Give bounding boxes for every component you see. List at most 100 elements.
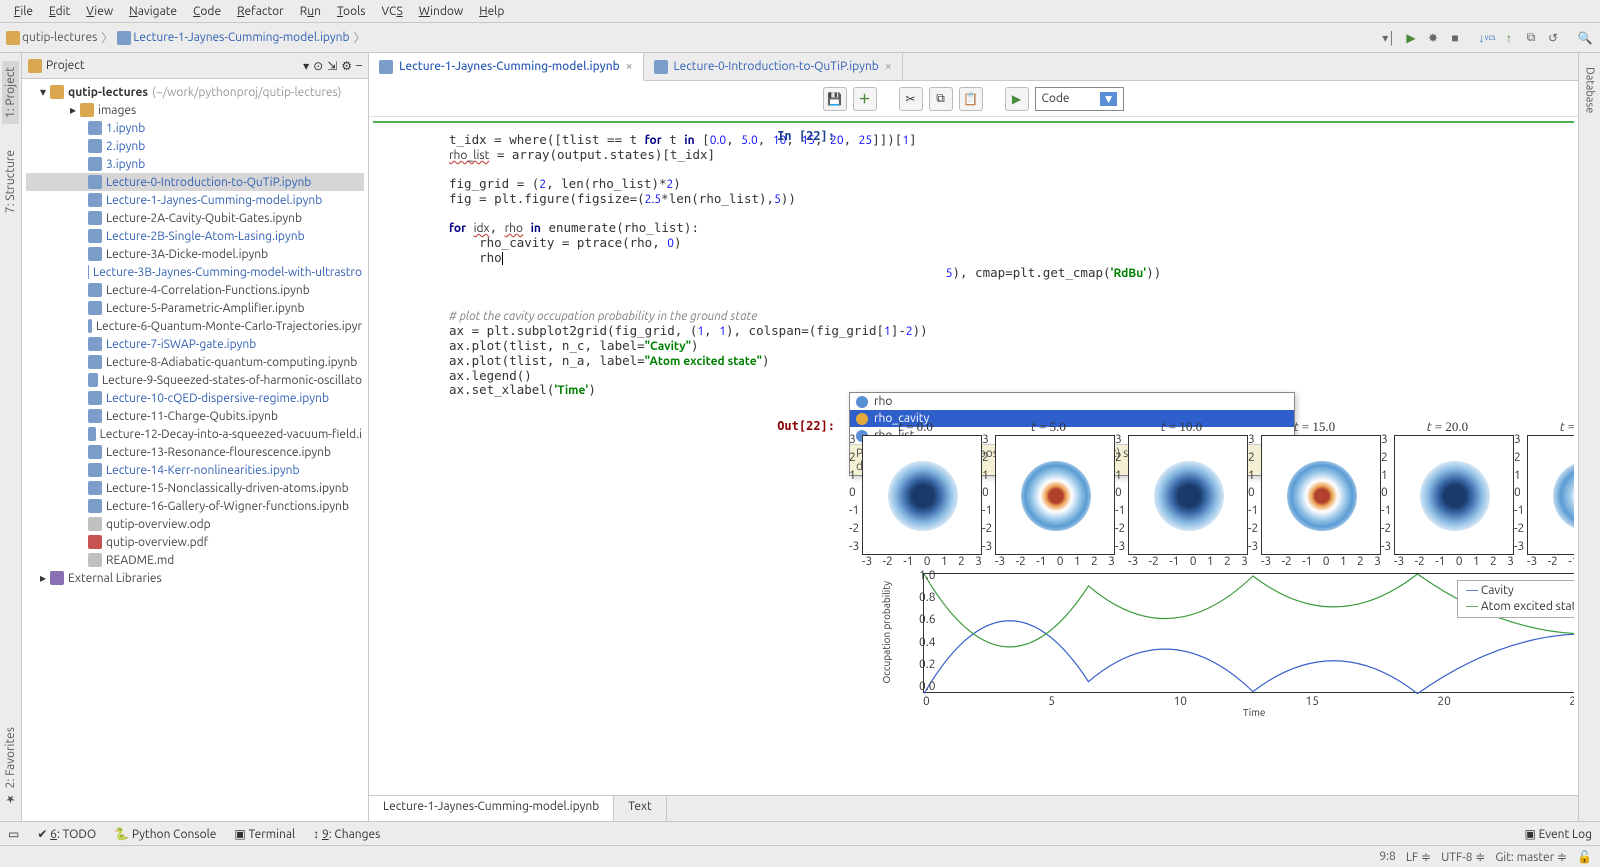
tree-file[interactable]: Lecture-11-Charge-Qubits.ipynb [26, 407, 364, 425]
stop-icon[interactable]: ■ [1446, 29, 1464, 47]
cut-button[interactable]: ✂ [899, 87, 923, 111]
code-editor[interactable]: t_idx = where([tlist == t for t in [0.0,… [379, 133, 1568, 398]
sub-tab-file[interactable]: Lecture-1-Jaynes-Cumming-model.ipynb [369, 796, 614, 821]
tool-structure-tab[interactable]: 7: Structure [2, 144, 19, 219]
breadcrumb-file[interactable]: Lecture-1-Jaynes-Cumming-model.ipynb [133, 31, 349, 44]
caret-position[interactable]: 9:8 [1379, 850, 1396, 863]
tool-project-tab[interactable]: 1: Project [2, 61, 19, 124]
completion-item[interactable]: rho [850, 393, 1294, 410]
line-separator[interactable]: LF ≑ [1406, 850, 1431, 864]
paste-button[interactable]: 📋 [959, 87, 983, 111]
tree-file[interactable]: Lecture-15-Nonclassically-driven-atoms.i… [26, 479, 364, 497]
left-tool-stripe: 1: Project 7: Structure ★ 2: Favorites [0, 53, 22, 821]
project-view-title[interactable]: Project [46, 59, 299, 72]
menu-window[interactable]: Window [411, 3, 471, 20]
tree-external-libraries[interactable]: ▸ External Libraries [26, 569, 364, 587]
out-prompt: Out[22]: [777, 419, 835, 433]
project-tool-window: Project ▾ ⊙ ⇲ ⚙ – ▾ qutip-lectures (~/wo… [22, 53, 369, 821]
close-tab-icon[interactable]: × [626, 60, 633, 73]
tree-file[interactable]: Lecture-13-Resonance-flourescence.ipynb [26, 443, 364, 461]
vcs-update-icon[interactable]: ↓vcs [1478, 29, 1496, 47]
tree-file[interactable]: Lecture-9-Squeezed-states-of-harmonic-os… [26, 371, 364, 389]
tree-root[interactable]: ▾ qutip-lectures (~/work/pythonproj/quti… [26, 83, 364, 101]
gear-icon[interactable]: ⚙ [341, 59, 352, 73]
tree-file[interactable]: Lecture-3A-Dicke-model.ipynb [26, 245, 364, 263]
tree-file[interactable]: 1.ipynb [26, 119, 364, 137]
add-cell-button[interactable]: ＋ [853, 87, 877, 111]
code-cell[interactable]: In [22]: t_idx = where([tlist == t for t… [373, 121, 1574, 791]
statusbar-icon[interactable]: ▭ [8, 827, 19, 841]
tree-file[interactable]: qutip-overview.pdf [26, 533, 364, 551]
breadcrumb-root[interactable]: qutip-lectures [22, 31, 97, 44]
tree-file[interactable]: Lecture-3B-Jaynes-Cumming-model-with-ult… [26, 263, 364, 281]
tree-file[interactable]: 2.ipynb [26, 137, 364, 155]
git-branch[interactable]: Git: master ≑ [1495, 850, 1567, 864]
file-encoding[interactable]: UTF-8 ≑ [1441, 850, 1485, 864]
run-cell-button[interactable]: ▶ [1005, 87, 1029, 111]
menu-navigate[interactable]: Navigate [121, 3, 185, 20]
tool-changes[interactable]: ↕ 9: Changes [313, 827, 380, 841]
tree-file[interactable]: Lecture-12-Decay-into-a-squeezed-vacuum-… [26, 425, 364, 443]
copy-button[interactable]: ⧉ [929, 87, 953, 111]
wigner-subplot: t = 0.0-3-2-101233210-1-2-3 [849, 419, 982, 555]
vcs-diff-icon[interactable]: ⧉ [1522, 29, 1540, 47]
run-icon[interactable]: ▶ [1402, 29, 1420, 47]
event-log[interactable]: ▣ Event Log [1525, 827, 1592, 841]
tool-terminal[interactable]: ▣ Terminal [234, 827, 295, 841]
tree-file[interactable]: Lecture-7-iSWAP-gate.ipynb [26, 335, 364, 353]
collapse-all-icon[interactable]: ⇲ [327, 59, 337, 73]
menu-file[interactable]: File [6, 3, 41, 20]
tool-favorites-tab[interactable]: ★ 2: Favorites [2, 721, 19, 811]
hide-icon[interactable]: – [356, 59, 362, 72]
menu-help[interactable]: Help [471, 3, 512, 20]
menu-run[interactable]: Run [292, 3, 329, 20]
vcs-commit-icon[interactable]: ↑ [1500, 29, 1518, 47]
project-tree[interactable]: ▾ qutip-lectures (~/work/pythonproj/quti… [22, 79, 368, 591]
editor-tabs: Lecture-1-Jaynes-Cumming-model.ipynb×Lec… [369, 53, 1578, 81]
menu-edit[interactable]: Edit [41, 3, 78, 20]
close-tab-icon[interactable]: × [885, 60, 892, 73]
cell-type-select[interactable]: Code▼ [1035, 87, 1125, 111]
tool-database-tab[interactable]: Database [1582, 61, 1598, 119]
x-axis-label: Time [1243, 707, 1265, 718]
menu-vcs[interactable]: VCS [373, 3, 410, 20]
scroll-from-source-icon[interactable]: ⊙ [313, 59, 323, 73]
occupation-plot: Occupation probability — Cavity — Atom e… [883, 571, 1574, 715]
lock-icon[interactable]: 🔓 [1577, 850, 1592, 864]
tree-file[interactable]: Lecture-6-Quantum-Monte-Carlo-Trajectori… [26, 317, 364, 335]
tree-file[interactable]: 3.ipynb [26, 155, 364, 173]
tree-file[interactable]: Lecture-10-cQED-dispersive-regime.ipynb [26, 389, 364, 407]
menu-refactor[interactable]: Refactor [229, 3, 292, 20]
menu-view[interactable]: View [78, 3, 121, 20]
debug-icon[interactable]: ✸ [1424, 29, 1442, 47]
search-icon[interactable]: 🔍 [1576, 29, 1594, 47]
sub-tab-text[interactable]: Text [614, 796, 667, 821]
editor-sub-tabs: Lecture-1-Jaynes-Cumming-model.ipynb Tex… [369, 795, 1578, 821]
tree-file[interactable]: README.md [26, 551, 364, 569]
tree-file[interactable]: qutip-overview.odp [26, 515, 364, 533]
menu-tools[interactable]: Tools [329, 3, 374, 20]
tool-python-console[interactable]: 🐍 Python Console [114, 827, 216, 841]
vcs-history-icon[interactable]: ↺ [1544, 29, 1562, 47]
wigner-subplot: t = 10.0-3-2-101233210-1-2-3 [1115, 419, 1248, 555]
menu-code[interactable]: Code [185, 3, 229, 20]
editor-tab[interactable]: Lecture-1-Jaynes-Cumming-model.ipynb× [369, 53, 644, 81]
tree-file[interactable]: Lecture-2B-Single-Atom-Lasing.ipynb [26, 227, 364, 245]
editor-tab[interactable]: Lecture-0-Introduction-to-QuTiP.ipynb× [644, 53, 903, 80]
tree-file[interactable]: Lecture-14-Kerr-nonlinearities.ipynb [26, 461, 364, 479]
project-view-dropdown-icon[interactable]: ▾ [303, 59, 309, 73]
tree-file[interactable]: Lecture-8-Adiabatic-quantum-computing.ip… [26, 353, 364, 371]
tree-file[interactable]: Lecture-1-Jaynes-Cumming-model.ipynb [26, 191, 364, 209]
tree-file[interactable]: Lecture-0-Introduction-to-QuTiP.ipynb [26, 173, 364, 191]
tree-folder-images[interactable]: ▸ images [26, 101, 364, 119]
folder-icon [6, 31, 20, 45]
folder-icon [28, 59, 42, 73]
save-button[interactable]: 💾 [823, 87, 847, 111]
tree-file[interactable]: Lecture-5-Parametric-Amplifier.ipynb [26, 299, 364, 317]
menu-bar: File Edit View Navigate Code Refactor Ru… [0, 0, 1600, 23]
tool-todo[interactable]: ✔ 6: TODO [37, 827, 96, 841]
run-config-dropdown[interactable]: ▾│ [1380, 29, 1398, 47]
tree-file[interactable]: Lecture-4-Correlation-Functions.ipynb [26, 281, 364, 299]
tree-file[interactable]: Lecture-16-Gallery-of-Wigner-functions.i… [26, 497, 364, 515]
tree-file[interactable]: Lecture-2A-Cavity-Qubit-Gates.ipynb [26, 209, 364, 227]
